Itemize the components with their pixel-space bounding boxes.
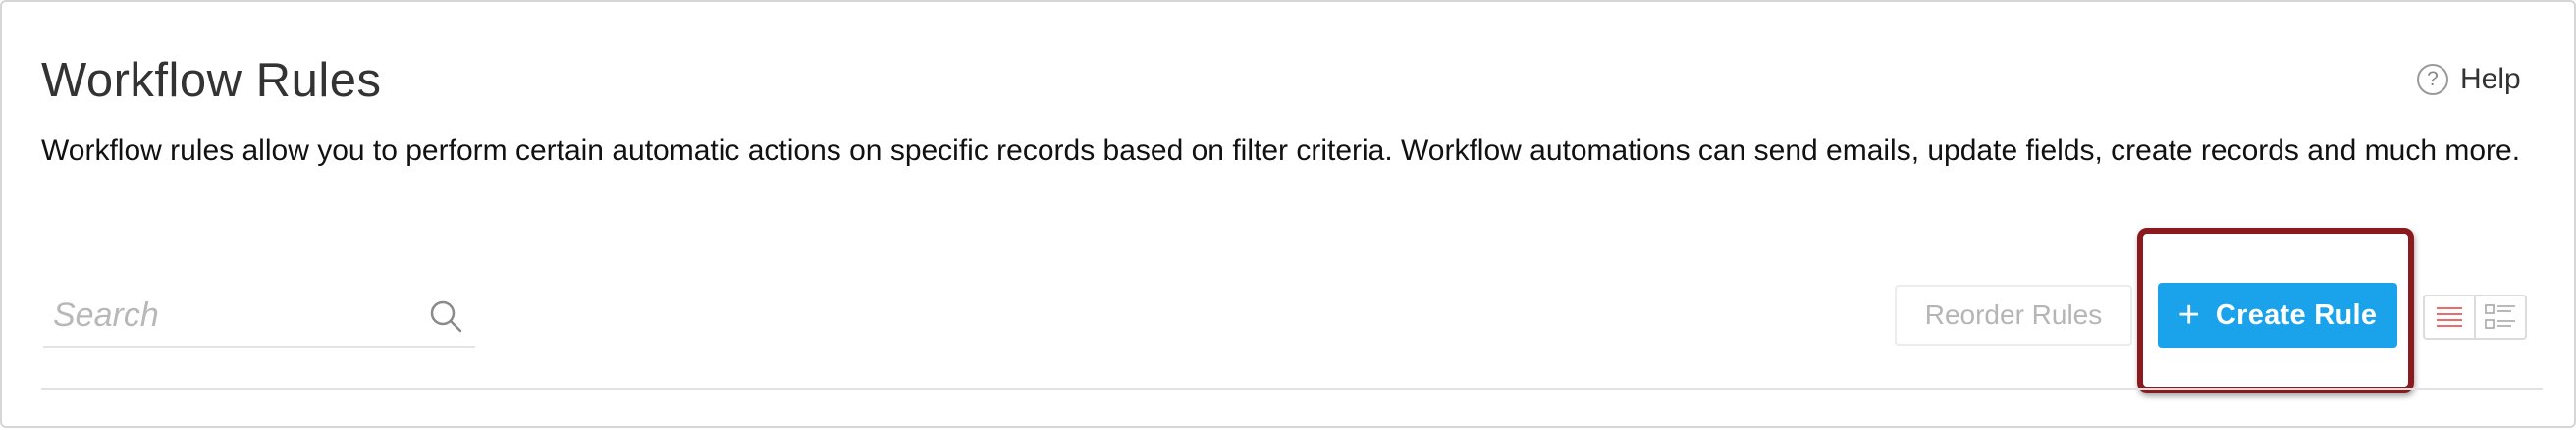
list-view-icon	[2437, 307, 2462, 327]
search-input[interactable]	[53, 291, 406, 340]
search-icon[interactable]	[428, 298, 463, 334]
workflow-rules-panel: Workflow Rules ? Help Workflow rules all…	[0, 0, 2576, 428]
create-rule-button[interactable]: + Create Rule	[2158, 283, 2397, 348]
search-box	[43, 287, 475, 348]
plus-icon: +	[2177, 295, 2200, 336]
divider	[41, 388, 2543, 390]
page-title: Workflow Rules	[41, 54, 382, 107]
detail-view-icon	[2485, 304, 2515, 329]
view-mode-toggle	[2423, 295, 2527, 340]
help-link[interactable]: ? Help	[2417, 63, 2521, 96]
help-label: Help	[2460, 63, 2521, 95]
page-description: Workflow rules allow you to perform cert…	[41, 134, 2521, 167]
create-rule-label: Create Rule	[2215, 298, 2378, 331]
question-mark-icon: ?	[2417, 64, 2448, 95]
list-view-button[interactable]	[2425, 296, 2474, 338]
reorder-rules-button[interactable]: Reorder Rules	[1895, 285, 2132, 346]
detail-view-button[interactable]	[2474, 296, 2525, 338]
